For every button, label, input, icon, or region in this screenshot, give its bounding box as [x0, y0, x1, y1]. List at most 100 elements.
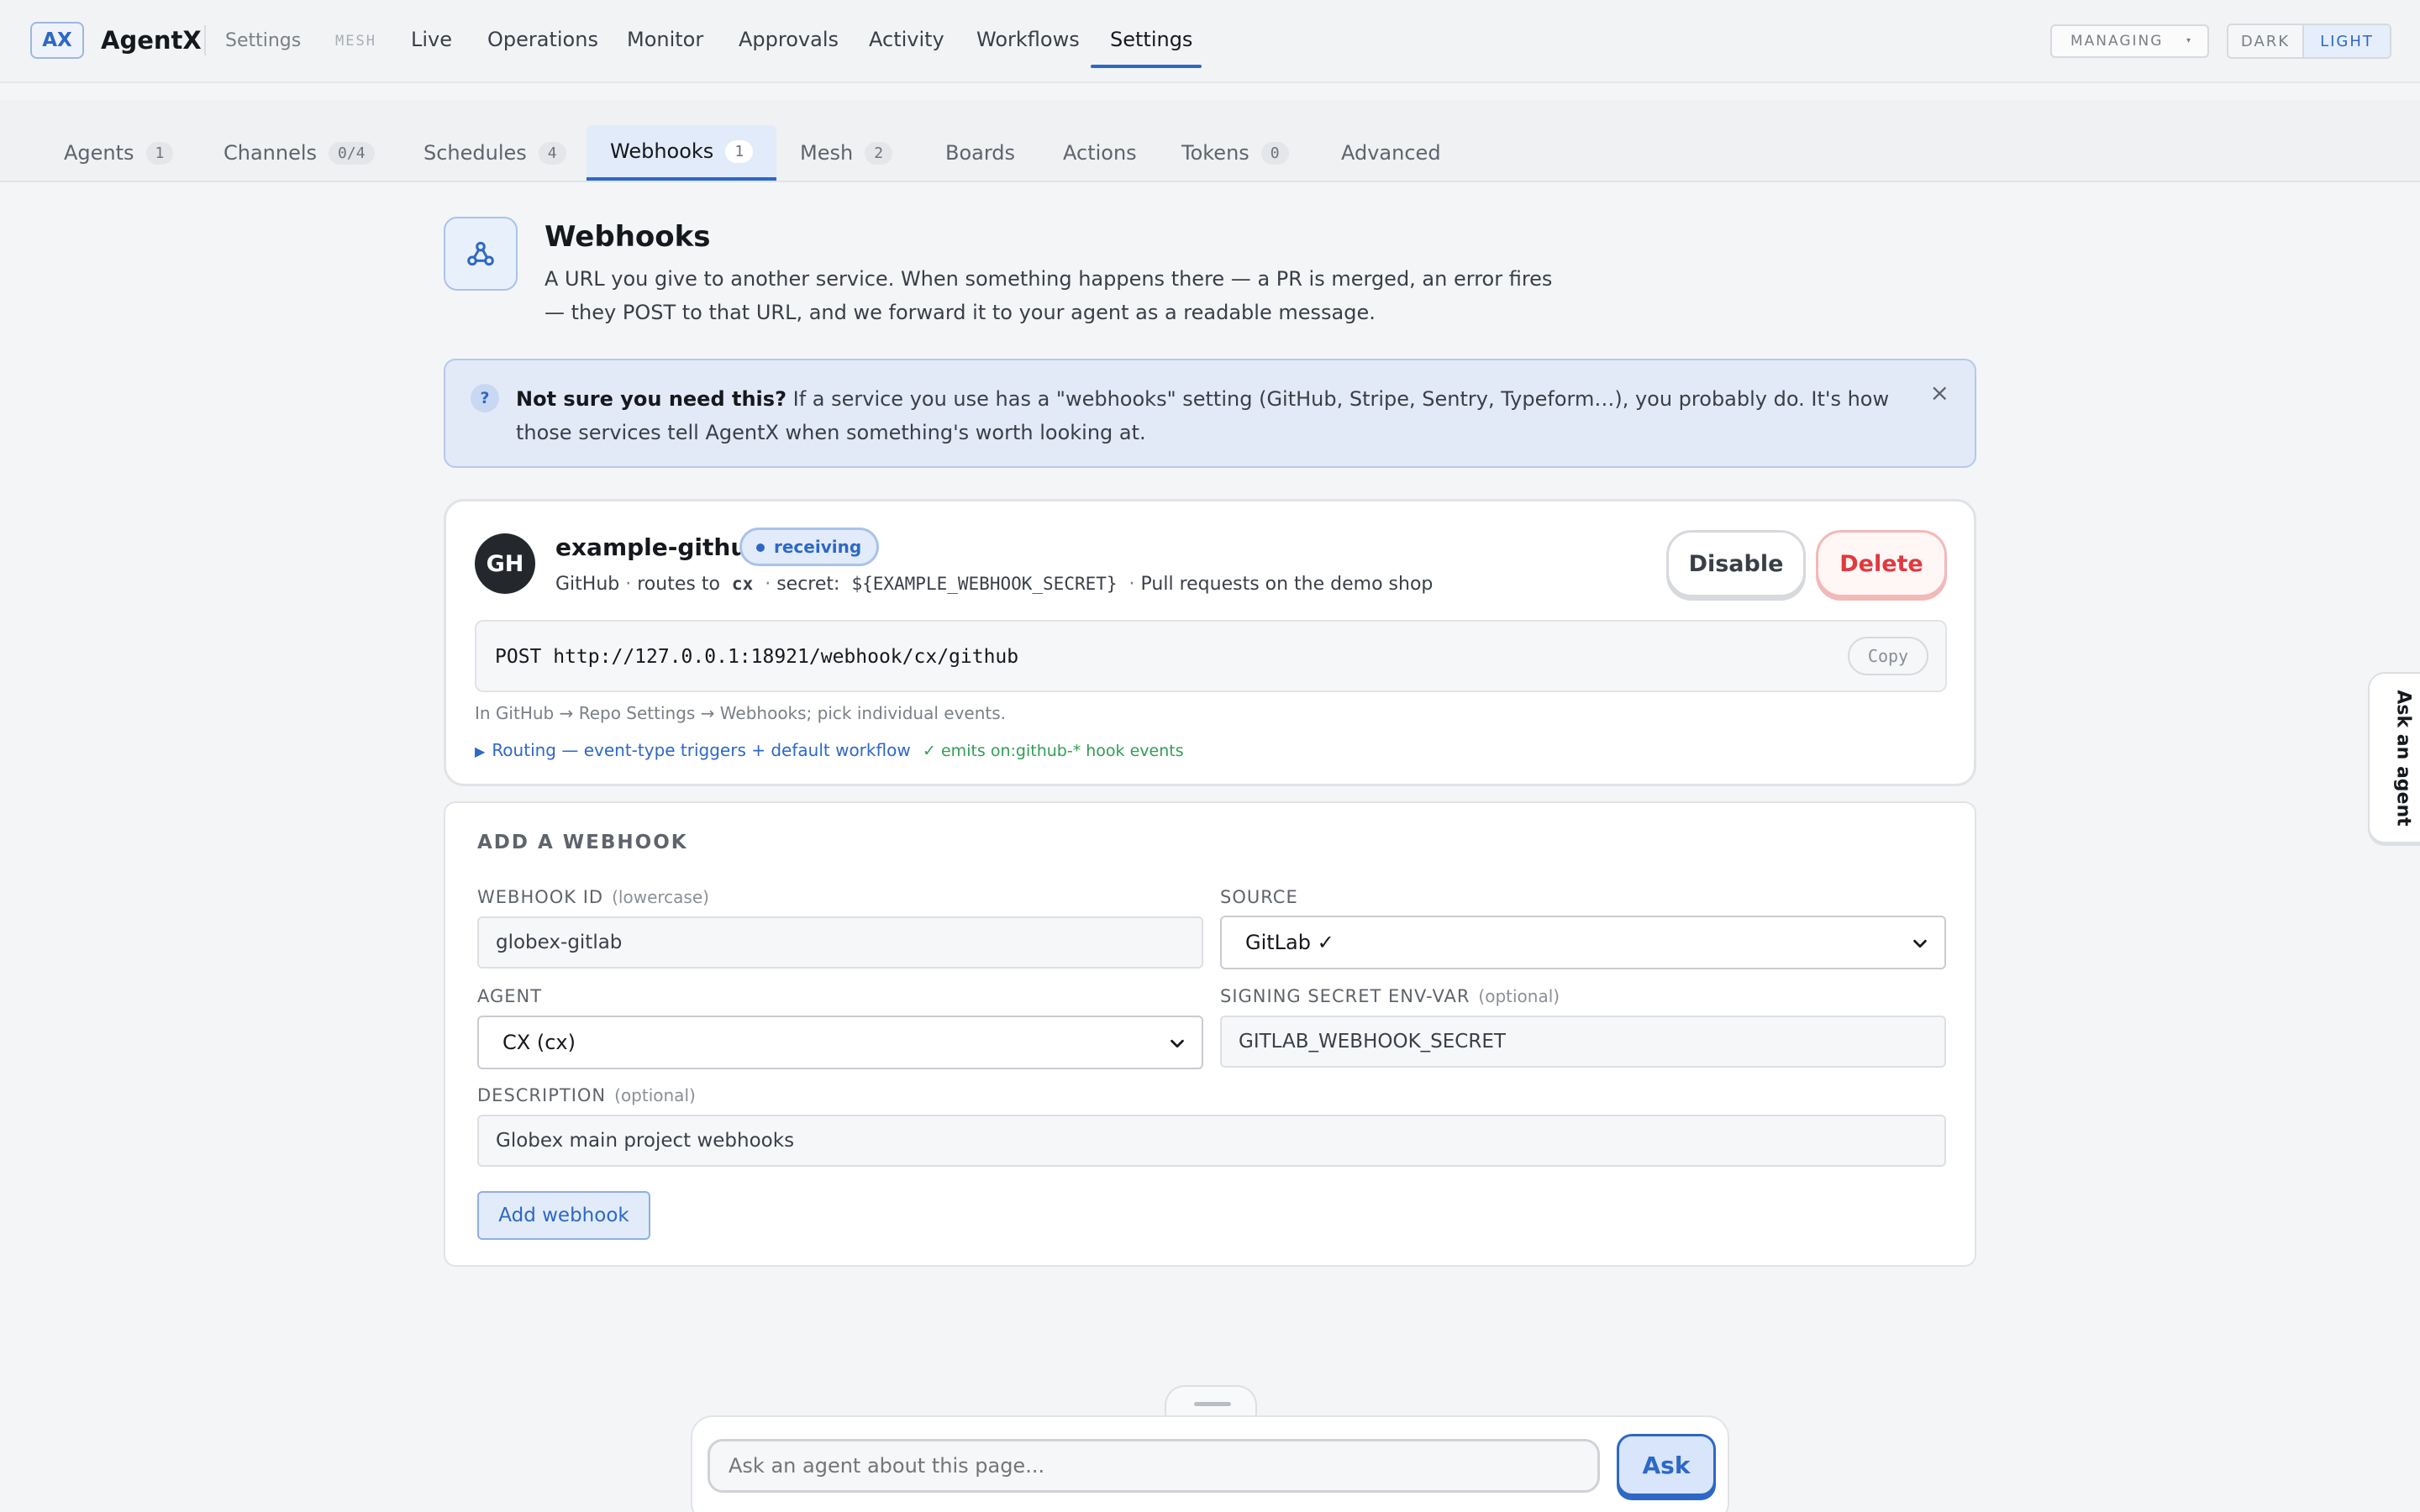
- meta-separator: ·: [765, 574, 771, 595]
- tab-count: 2: [865, 141, 893, 165]
- nav-active-indicator: [1091, 65, 1202, 68]
- tab-count: 1: [145, 141, 174, 165]
- webhook-source: GitHub: [555, 574, 620, 595]
- label-text: AGENT: [477, 986, 543, 1006]
- status-dot-icon: [756, 543, 765, 552]
- tab-tokens[interactable]: Tokens 0: [1158, 125, 1313, 181]
- signing-secret-label: SIGNING SECRET ENV-VAR (optional): [1220, 986, 1560, 1006]
- label-hint: (optional): [614, 1085, 696, 1105]
- tab-label: Schedules: [424, 141, 527, 165]
- tab-label: Channels: [224, 141, 318, 165]
- meta-separator: ·: [625, 574, 632, 595]
- description-label: DESCRIPTION (optional): [477, 1085, 696, 1105]
- routing-toggle[interactable]: ▶ Routing — event-type triggers + default…: [475, 740, 1184, 760]
- label-text: DESCRIPTION: [477, 1085, 607, 1105]
- chevron-down-icon: ▾: [2186, 36, 2192, 45]
- webhook-icon: [444, 217, 518, 291]
- ask-button[interactable]: Ask: [1617, 1434, 1716, 1496]
- webhook-description: Pull requests on the demo shop: [1140, 574, 1434, 595]
- agent-select[interactable]: CX (cx): [477, 1016, 1203, 1069]
- tab-advanced[interactable]: Advanced: [1318, 125, 1465, 181]
- ask-input[interactable]: [708, 1439, 1600, 1493]
- tab-count: 4: [538, 141, 566, 165]
- close-icon[interactable]: ×: [1930, 379, 1949, 407]
- top-bar: AX AgentX Settings MESH Live Operations …: [0, 0, 2420, 83]
- routing-link[interactable]: Routing — event-type triggers + default …: [492, 740, 910, 760]
- breadcrumb: Settings: [225, 30, 302, 51]
- label-text: SOURCE: [1220, 887, 1298, 907]
- app-name: AgentX: [101, 26, 202, 55]
- tab-webhooks[interactable]: Webhooks 1: [587, 125, 777, 181]
- setup-hint: In GitHub → Repo Settings → Webhooks; pi…: [475, 703, 1007, 723]
- theme-dark-button[interactable]: DARK: [2228, 25, 2304, 57]
- disable-button[interactable]: Disable: [1666, 530, 1806, 597]
- tab-label: Actions: [1063, 141, 1137, 165]
- status-label: receiving: [774, 537, 862, 557]
- delete-button[interactable]: Delete: [1816, 530, 1947, 597]
- webhook-card: GH example-github receiving GitHub · rou…: [444, 499, 1976, 786]
- nav-operations[interactable]: Operations: [487, 28, 598, 51]
- add-webhook-button[interactable]: Add webhook: [477, 1191, 650, 1240]
- tab-label: Tokens: [1181, 141, 1249, 165]
- theme-toggle: DARK LIGHT: [2227, 24, 2391, 59]
- routes-label: routes to: [637, 574, 720, 595]
- nav-approvals[interactable]: Approvals: [739, 28, 839, 51]
- theme-light-button[interactable]: LIGHT: [2304, 25, 2390, 57]
- endpoint-url: POST http://127.0.0.1:18921/webhook/cx/g…: [495, 646, 1019, 668]
- tab-label: Agents: [64, 141, 134, 165]
- label-hint: (lowercase): [612, 887, 709, 907]
- settings-tabs: Agents 1 Channels 0/4 Schedules 4 Webhoo…: [0, 100, 2420, 182]
- managing-select[interactable]: MANAGING ▾: [2050, 24, 2209, 58]
- chevron-down-icon: [1171, 1039, 1184, 1048]
- nav-monitor[interactable]: Monitor: [627, 28, 703, 51]
- banner-text: Not sure you need this? If a service you…: [516, 382, 1911, 449]
- tab-label: Mesh: [800, 141, 854, 165]
- banner-lead: Not sure you need this?: [516, 387, 786, 411]
- webhook-name: example-github: [555, 533, 765, 561]
- tab-schedules[interactable]: Schedules 4: [400, 125, 590, 181]
- description-input[interactable]: Globex main project webhooks: [477, 1115, 1946, 1167]
- tab-label: Advanced: [1341, 141, 1441, 165]
- label-text: WEBHOOK ID: [477, 887, 604, 907]
- webhook-meta: GitHub · routes to cx · secret: ${EXAMPL…: [555, 574, 1433, 595]
- add-webhook-form: ADD A WEBHOOK WEBHOOK ID (lowercase) glob…: [444, 801, 1976, 1267]
- signing-secret-input[interactable]: GITLAB_WEBHOOK_SECRET: [1220, 1016, 1946, 1068]
- source-label: SOURCE: [1220, 887, 1298, 907]
- tab-count: 1: [725, 139, 754, 163]
- nav-workflows[interactable]: Workflows: [976, 28, 1080, 51]
- mesh-tag: MESH: [335, 33, 376, 50]
- app-logo[interactable]: AX: [30, 22, 84, 59]
- side-tab-label: Ask an agent: [2392, 690, 2414, 827]
- tab-mesh[interactable]: Mesh 2: [776, 125, 916, 181]
- ask-agent-side-tab[interactable]: Ask an agent: [2368, 672, 2420, 843]
- tab-count: 0/4: [329, 141, 375, 165]
- status-badge: receiving: [739, 528, 880, 566]
- source-select[interactable]: GitLab ✓: [1220, 916, 1946, 969]
- nav-settings[interactable]: Settings: [1110, 28, 1192, 51]
- nav-live[interactable]: Live: [411, 28, 452, 51]
- tab-label: Boards: [945, 141, 1016, 165]
- chevron-down-icon: [1913, 939, 1927, 948]
- endpoint-box: POST http://127.0.0.1:18921/webhook/cx/g…: [475, 620, 1947, 692]
- tab-label: Webhooks: [610, 139, 714, 163]
- webhook-secret: ${EXAMPLE_WEBHOOK_SECRET}: [851, 574, 1118, 594]
- avatar: GH: [475, 533, 535, 594]
- question-icon: ?: [471, 384, 499, 412]
- copy-button[interactable]: Copy: [1848, 637, 1928, 675]
- label-text: SIGNING SECRET ENV-VAR: [1220, 986, 1470, 1006]
- tab-boards[interactable]: Boards: [922, 125, 1039, 181]
- source-value: GitLab ✓: [1245, 931, 1334, 954]
- form-title: ADD A WEBHOOK: [477, 832, 688, 853]
- webhook-id-input[interactable]: globex-gitlab: [477, 916, 1203, 969]
- ask-bar: Ask: [691, 1415, 1729, 1512]
- agent-value: CX (cx): [502, 1031, 576, 1054]
- tab-actions[interactable]: Actions: [1039, 125, 1160, 181]
- tab-count: 0: [1260, 141, 1289, 165]
- nav-activity[interactable]: Activity: [869, 28, 944, 51]
- page-title: Webhooks: [544, 220, 711, 254]
- help-banner: ? Not sure you need this? If a service y…: [444, 359, 1976, 468]
- label-hint: (optional): [1478, 986, 1560, 1006]
- tab-channels[interactable]: Channels 0/4: [200, 125, 398, 181]
- meta-separator: ·: [1128, 574, 1135, 595]
- tab-agents[interactable]: Agents 1: [40, 125, 197, 181]
